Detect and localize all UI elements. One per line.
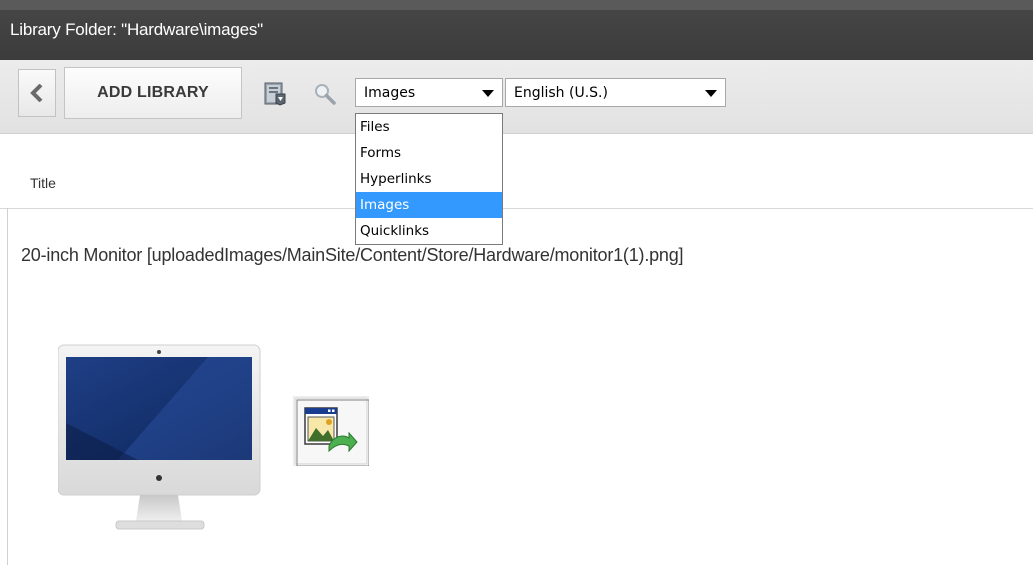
back-button[interactable] bbox=[18, 69, 56, 117]
column-header-title[interactable]: Title bbox=[30, 175, 56, 191]
toolbar: ADD LIBRARY Images English (U.S.) bbox=[0, 60, 1033, 134]
title-bar-top-strip bbox=[0, 0, 1033, 10]
type-dropdown-list: Files Forms Hyperlinks Images Quicklinks bbox=[355, 113, 503, 245]
chevron-left-icon bbox=[30, 84, 43, 102]
dropdown-option-forms[interactable]: Forms bbox=[356, 140, 502, 166]
window-title: Library Folder: "Hardware\images" bbox=[10, 20, 264, 39]
dropdown-option-hyperlinks[interactable]: Hyperlinks bbox=[356, 166, 502, 192]
monitor-image[interactable] bbox=[57, 343, 262, 533]
insert-image-icon[interactable] bbox=[292, 395, 370, 467]
dropdown-option-images[interactable]: Images bbox=[356, 192, 502, 218]
dropdown-option-quicklinks[interactable]: Quicklinks bbox=[356, 218, 502, 244]
column-header-row: Title bbox=[0, 134, 1033, 209]
title-bar: Library Folder: "Hardware\images" bbox=[0, 0, 1033, 60]
type-select-value: Images bbox=[364, 85, 416, 101]
library-item-title[interactable]: 20-inch Monitor [uploadedImages/MainSite… bbox=[21, 245, 684, 266]
content-left-border bbox=[7, 208, 8, 565]
chevron-down-icon bbox=[705, 90, 717, 97]
type-select[interactable]: Images bbox=[355, 78, 503, 107]
add-library-button[interactable]: ADD LIBRARY bbox=[64, 67, 242, 119]
dropdown-option-files[interactable]: Files bbox=[356, 114, 502, 140]
language-select[interactable]: English (U.S.) bbox=[505, 78, 726, 107]
magnifier-icon[interactable] bbox=[313, 82, 337, 106]
chevron-down-icon bbox=[482, 90, 494, 97]
language-select-value: English (U.S.) bbox=[514, 85, 608, 101]
library-book-icon[interactable] bbox=[263, 82, 287, 106]
library-folder-window: Library Folder: "Hardware\images" ADD LI… bbox=[0, 0, 1033, 565]
